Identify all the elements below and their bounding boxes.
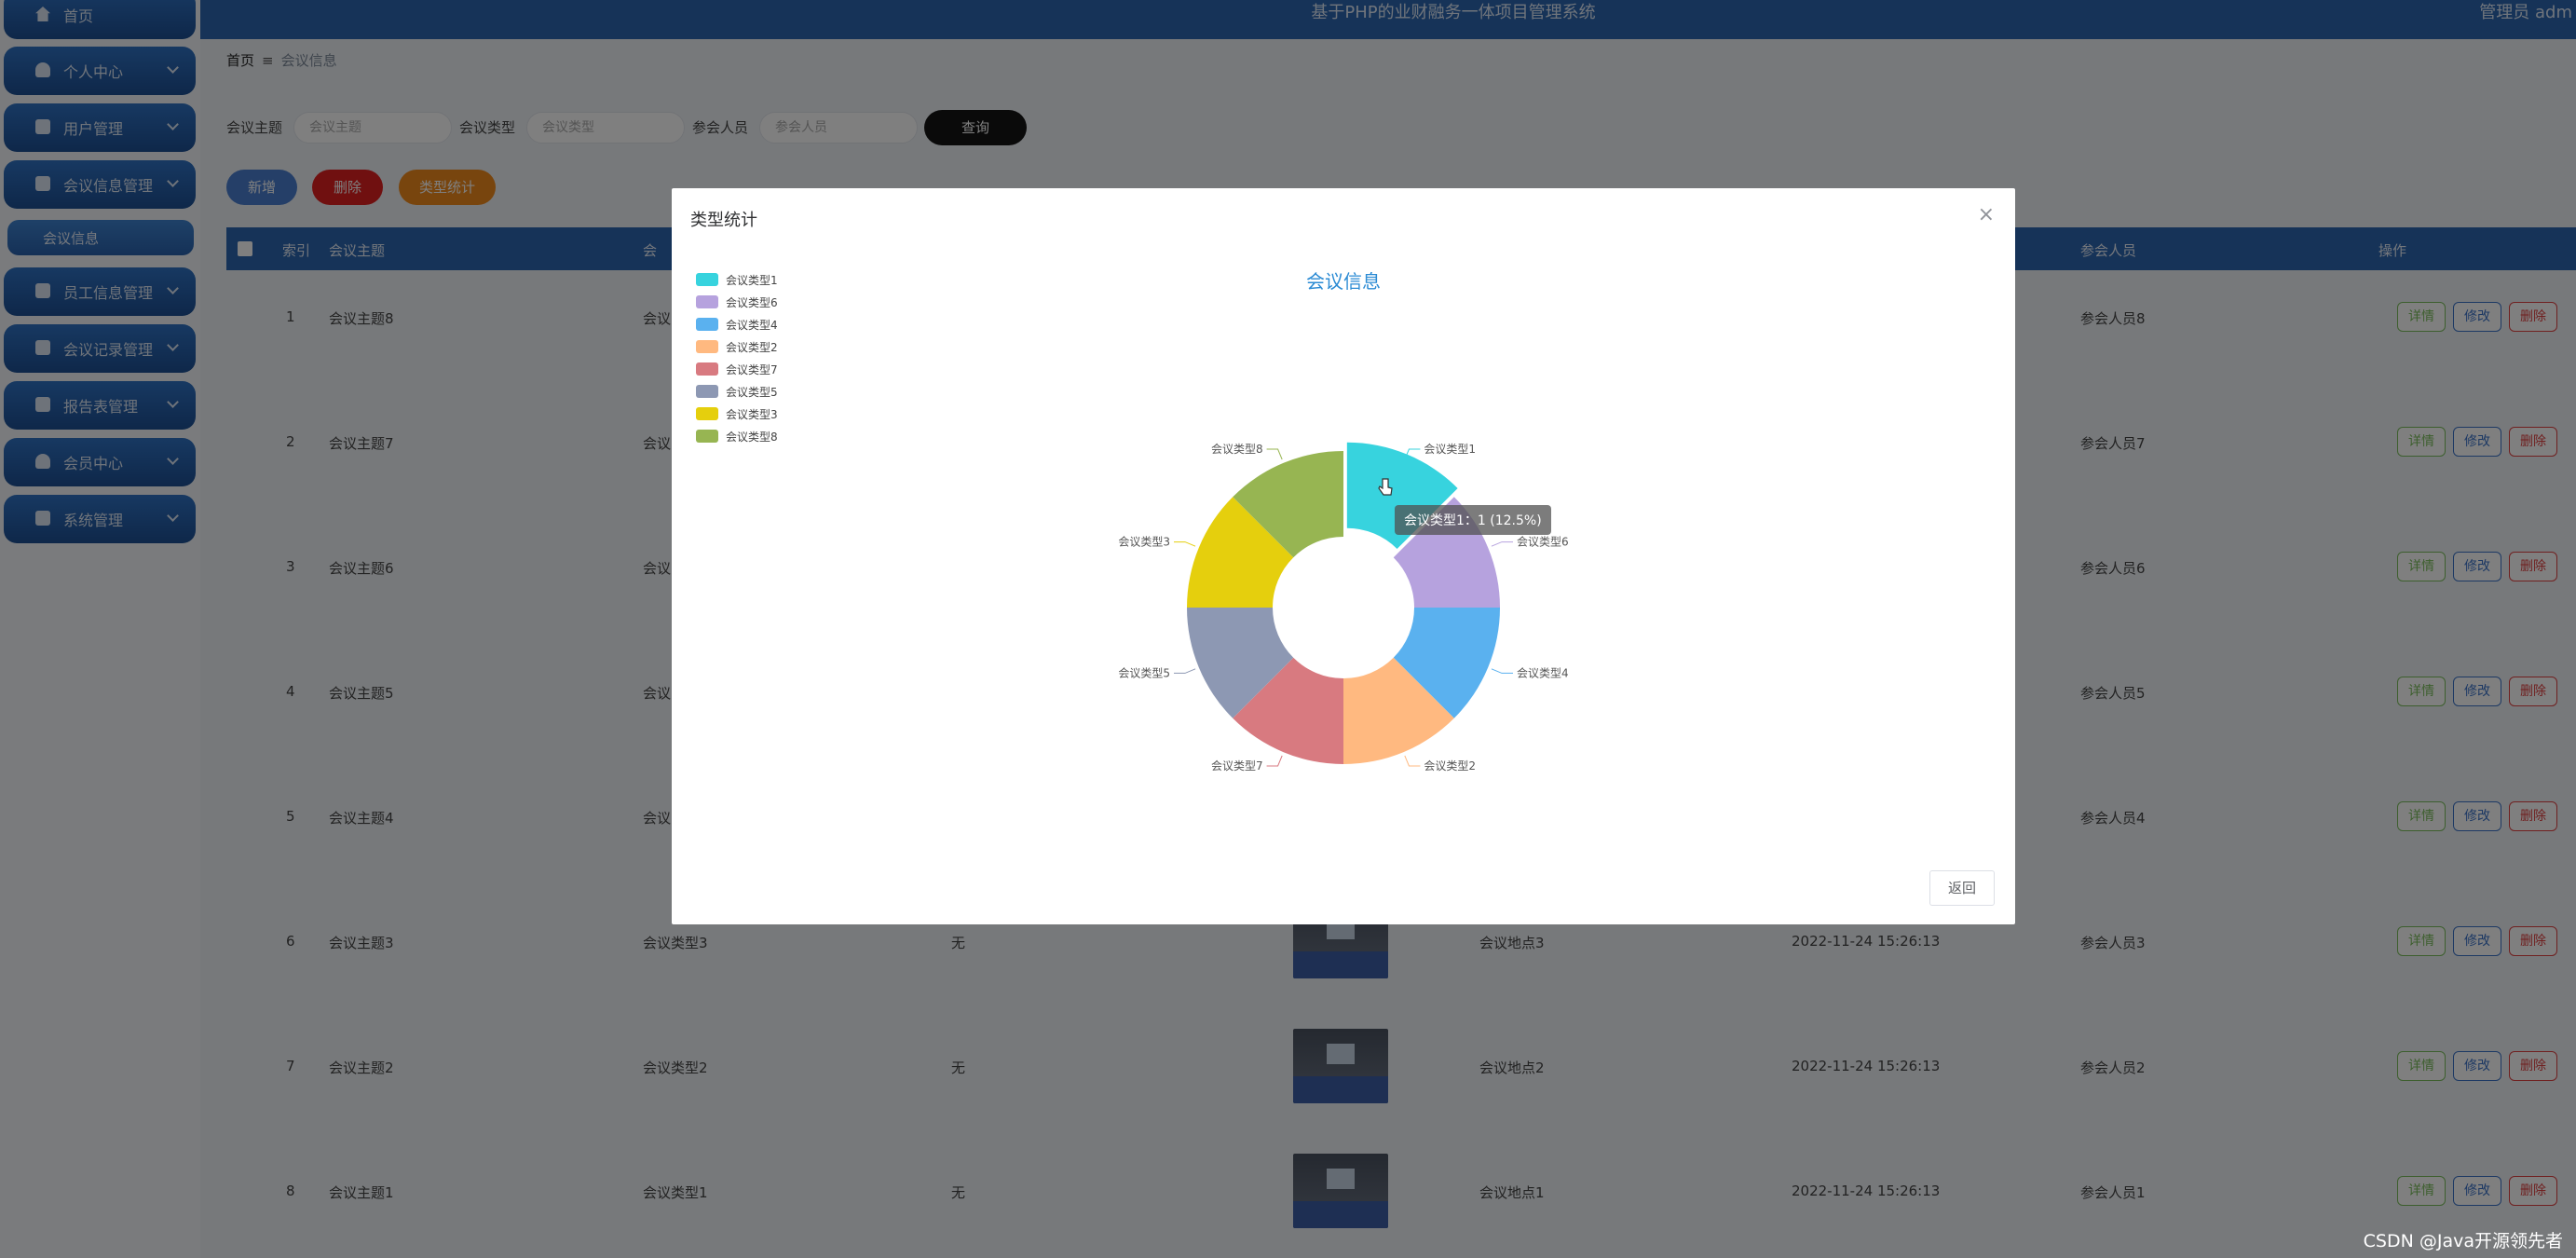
slice-label-line <box>1491 668 1513 674</box>
slice-label-line <box>1266 448 1283 460</box>
slice-label-line <box>1174 668 1196 674</box>
donut-chart[interactable]: 会议类型1 会议类型6 会议类型4 会议类型2 会议类型7 会议类型5 会议类型3 会议类型8 <box>672 188 2015 924</box>
slice-label-line <box>1174 541 1196 547</box>
slice-label: 会议类型8 <box>1211 443 1263 456</box>
slice-label-line <box>1404 755 1421 767</box>
type-stats-dialog: 类型统计 × 会议信息 会议类型1 会议类型6 会议类型4 会议类型2 会议类型7 会议类… <box>672 188 2015 924</box>
slice-label-line <box>1491 541 1513 547</box>
watermark: CSDN @Java开源领先者 <box>2363 1231 2563 1251</box>
slice-label-line <box>1266 755 1283 767</box>
back-button[interactable]: 返回 <box>1929 870 1995 906</box>
slice-label: 会议类型4 <box>1517 666 1569 679</box>
chart-tooltip: 会议类型1：1 (12.5%) <box>1395 505 1551 535</box>
slice-label: 会议类型5 <box>1118 666 1170 679</box>
slice-label: 会议类型1 <box>1424 443 1476 456</box>
slice-label: 会议类型2 <box>1424 759 1476 773</box>
hand-cursor-icon <box>1378 478 1393 496</box>
slice-label: 会议类型3 <box>1118 536 1170 549</box>
slice-label: 会议类型7 <box>1211 759 1263 773</box>
slice-label: 会议类型6 <box>1517 536 1569 549</box>
